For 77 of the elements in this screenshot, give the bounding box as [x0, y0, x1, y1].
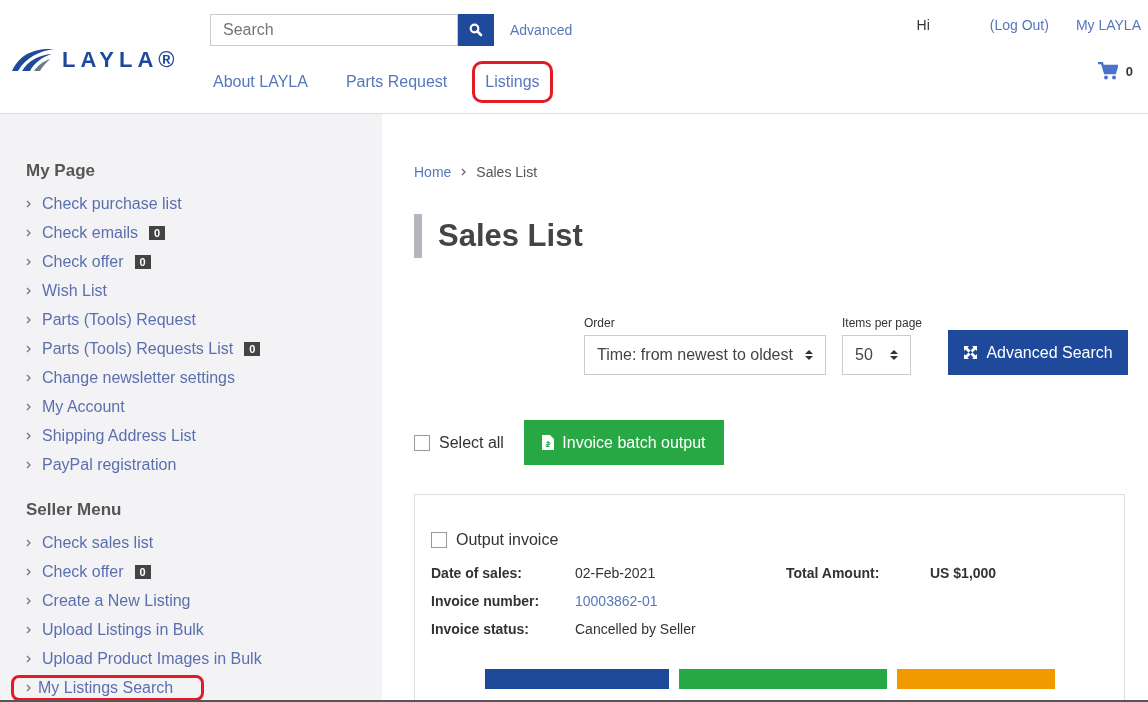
breadcrumb-link[interactable]: Home — [414, 164, 452, 180]
chevron-icon — [26, 538, 31, 547]
field-value: 02-Feb-2021 — [575, 565, 657, 581]
sidebar-link[interactable]: My Account — [39, 394, 128, 419]
order-select[interactable]: Time: from newest to oldest — [584, 335, 826, 375]
chevron-icon — [26, 286, 31, 295]
sidebar-link[interactable]: Change newsletter settings — [39, 365, 238, 390]
nav-link[interactable]: Parts Request — [332, 61, 461, 103]
count-badge: 0 — [244, 341, 261, 356]
invoice-batch-output-button[interactable]: Invoice batch output — [523, 420, 724, 465]
cart-count: 0 — [1125, 63, 1133, 79]
sidebar-link[interactable]: Upload Listings in Bulk — [39, 617, 207, 642]
search-icon — [469, 23, 483, 37]
field-label: Total Amount: — [786, 565, 881, 581]
sidebar-link[interactable]: Create a New Listing — [39, 588, 194, 613]
chevron-icon — [26, 431, 31, 440]
sidebar-heading: Seller Menu — [26, 500, 123, 520]
select-all-checkbox[interactable] — [414, 434, 430, 451]
chevron-icon — [26, 257, 31, 266]
checkbox-label: Output invoice — [456, 531, 559, 549]
field-label: Date of sales: — [431, 565, 524, 581]
sidebar-link[interactable]: Shipping Address List — [39, 423, 199, 448]
chevron-icon — [461, 168, 467, 176]
count-badge: 0 — [134, 254, 151, 269]
my-account-link[interactable]: My LAYLA — [1075, 17, 1141, 33]
sort-arrows-icon — [805, 349, 813, 361]
search-field[interactable]: Search — [210, 14, 458, 46]
sidebar-link[interactable]: Check sales list — [39, 530, 157, 555]
chevron-icon — [26, 625, 31, 634]
chevron-icon — [26, 228, 31, 237]
expand-arrows-icon — [963, 345, 979, 360]
field-label: Items per page — [842, 316, 923, 330]
sidebar-link[interactable]: Upload Product Images in Bulk — [39, 646, 265, 671]
invoice-number-link[interactable]: 10003862-01 — [575, 593, 786, 609]
field-label: Order — [584, 316, 616, 330]
sidebar-heading: My Page — [26, 161, 96, 181]
sidebar-link[interactable]: Wish List — [39, 278, 110, 303]
chevron-icon — [26, 654, 31, 663]
sidebar-link[interactable]: Parts (Tools) Requests List — [39, 336, 237, 361]
sidebar-link[interactable]: PayPal registration — [39, 452, 180, 477]
field-label: Invoice status: — [431, 621, 531, 637]
nav-link[interactable]: About LAYLA — [200, 61, 321, 103]
advanced-search-button[interactable]: Advanced Search — [948, 330, 1129, 375]
chevron-icon — [26, 567, 31, 576]
advanced-link[interactable]: Advanced — [510, 22, 573, 38]
field-value: Cancelled by Seller — [575, 621, 697, 637]
page-title: Sales List — [414, 214, 1148, 258]
sidebar-link[interactable]: Check purchase list — [39, 191, 185, 216]
chevron-icon — [26, 344, 31, 353]
logo-text[interactable]: LAYLA® — [62, 46, 180, 73]
chevron-icon — [26, 402, 31, 411]
chevron-icon — [26, 373, 31, 382]
sidebar-link[interactable]: My Listings Search — [11, 674, 205, 700]
chevron-icon — [26, 315, 31, 324]
greeting-text: Hi — [916, 17, 930, 33]
sidebar-link[interactable]: Parts (Tools) Request — [39, 307, 199, 332]
total-amount: US $1,000 — [930, 565, 998, 581]
count-badge: 0 — [134, 564, 151, 579]
count-badge: 0 — [149, 225, 166, 240]
document-icon — [542, 435, 555, 450]
logout-link[interactable]: (Log Out) — [989, 17, 1049, 33]
chevron-icon — [26, 683, 31, 692]
breadcrumb-current: Sales List — [476, 164, 538, 180]
chevron-icon — [26, 460, 31, 469]
sidebar-link[interactable]: Check emails — [39, 220, 142, 245]
output-invoice-checkbox[interactable] — [431, 532, 447, 548]
search-button[interactable] — [458, 14, 494, 46]
sort-arrows-icon — [890, 349, 898, 361]
chevron-icon — [26, 596, 31, 605]
sidebar-link[interactable]: Check offer — [39, 559, 127, 584]
items-per-page-select[interactable]: 50 — [842, 335, 911, 375]
field-label: Invoice number: — [431, 593, 541, 609]
cart-icon[interactable] — [1097, 62, 1118, 80]
nav-link[interactable]: Listings — [472, 61, 553, 103]
sidebar-link[interactable]: Check offer — [39, 249, 127, 274]
checkbox-label: Select all — [439, 433, 504, 452]
chevron-icon — [26, 199, 31, 208]
